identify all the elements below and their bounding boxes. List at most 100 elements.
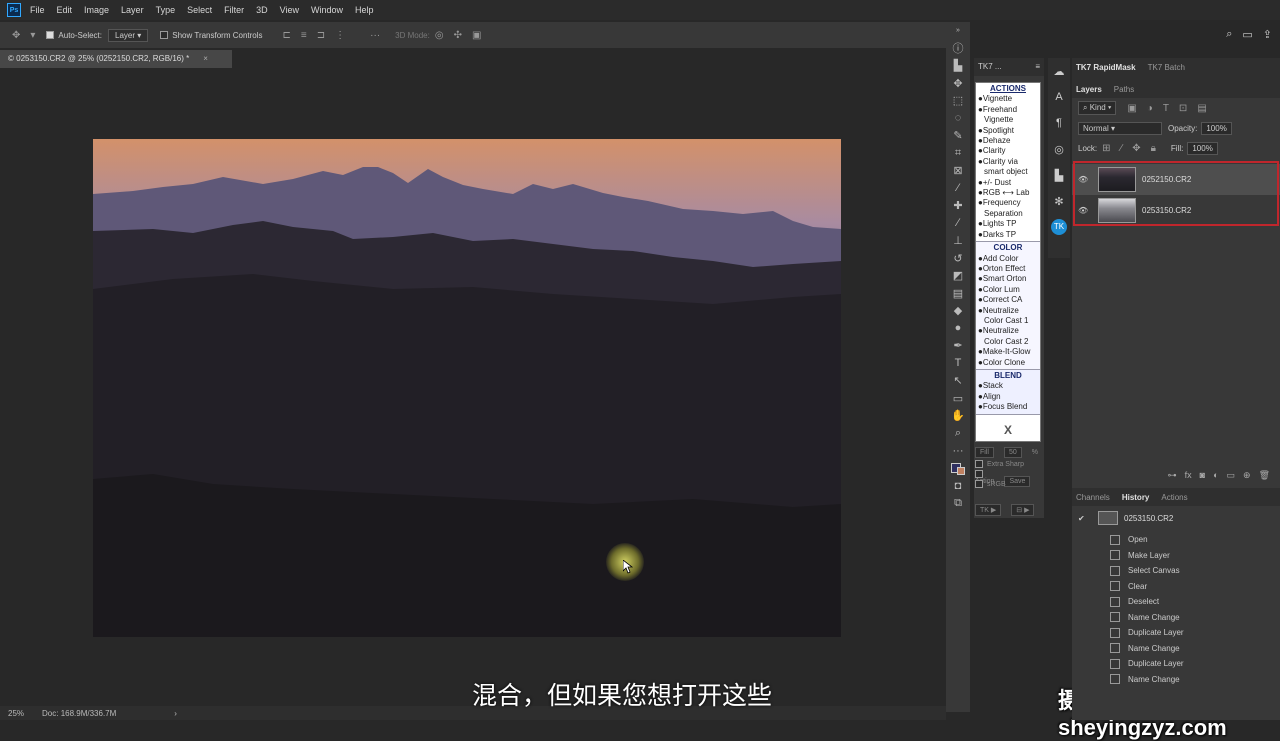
tab-layers[interactable]: Layers (1076, 85, 1102, 94)
tk7-action-item[interactable]: ●Dehaze (978, 136, 1038, 146)
tk7-color-item[interactable]: ●Correct CA (978, 295, 1038, 305)
adjustments-icon[interactable]: ✻ (1048, 188, 1070, 214)
lock-pixels-icon[interactable]: ⊞ (1102, 143, 1110, 154)
menu-layer[interactable]: Layer (121, 5, 144, 15)
mask-icon[interactable]: ◙ (1200, 470, 1205, 481)
menu-select[interactable]: Select (187, 5, 212, 15)
frame-tool-icon[interactable]: ⊠ (946, 162, 970, 180)
tk7-close-button[interactable]: X (976, 415, 1040, 445)
document-tab[interactable]: © 0253150.CR2 @ 25% (0252150.CR2, RGB/16… (0, 50, 232, 68)
tk7-blend-item[interactable]: ●Align (978, 392, 1038, 402)
tk7-color-item[interactable]: ●Neutralize (978, 306, 1038, 316)
align-left-icon[interactable]: ⊏ (283, 30, 291, 41)
tk7-color-item[interactable]: ●Add Color (978, 254, 1038, 264)
quick-mask-icon[interactable]: ◘ (946, 477, 970, 495)
tk7-color-item[interactable]: ●Neutralize (978, 326, 1038, 336)
save-button[interactable]: Save (1004, 476, 1031, 487)
tk7-action-item[interactable]: ●Clarity via (978, 157, 1038, 167)
chevron-down-icon[interactable]: ▾ (30, 30, 35, 41)
tk7-action-item[interactable]: ●Frequency (978, 198, 1038, 208)
color-swatches-icon[interactable] (946, 460, 970, 478)
rectangle-tool-icon[interactable]: ▭ (946, 390, 970, 408)
menu-help[interactable]: Help (355, 5, 374, 15)
camera-3d-icon[interactable]: ▣ (472, 30, 481, 41)
close-tab-icon[interactable]: × (203, 54, 208, 63)
menu-window[interactable]: Window (311, 5, 343, 15)
history-item[interactable]: Name Change (1072, 672, 1280, 688)
brush-tool-icon[interactable]: ∕ (946, 215, 970, 233)
filter-smart-icon[interactable]: ▤ (1197, 103, 1206, 114)
tk7-blend-item[interactable]: ●Stack (978, 381, 1038, 391)
orbit-3d-icon[interactable]: ◎ (435, 30, 444, 41)
fill-button[interactable]: Fill (975, 446, 994, 458)
adjustment-icon[interactable]: ◐ (1213, 470, 1218, 481)
link-icon[interactable]: ⊶ (1168, 470, 1177, 481)
menu-image[interactable]: Image (84, 5, 109, 15)
align-right-icon[interactable]: ⊐ (317, 30, 325, 41)
history-item[interactable]: Name Change (1072, 641, 1280, 657)
collapse-icon[interactable]: » (946, 22, 970, 40)
pen-tool-icon[interactable]: ✒ (946, 337, 970, 355)
menu-type[interactable]: Type (156, 5, 176, 15)
history-item[interactable]: Name Change (1072, 610, 1280, 626)
history-item[interactable]: Clear (1072, 579, 1280, 595)
opacity-field[interactable]: 100% (1201, 121, 1232, 135)
eraser-tool-icon[interactable]: ◩ (946, 267, 970, 285)
folder-icon[interactable]: ▭ (1227, 470, 1236, 481)
tk-logo-icon[interactable]: TK (1048, 214, 1070, 240)
blend-mode-dropdown[interactable]: Normal ▾ (1078, 121, 1162, 135)
pan-3d-icon[interactable]: ✣ (454, 30, 462, 41)
doc-size[interactable]: Doc: 168.9M/336.7M (42, 709, 116, 718)
tk7-action-item[interactable]: ●Vignette (978, 94, 1038, 104)
lock-paint-icon[interactable]: ∕ (1121, 143, 1123, 154)
lock-position-icon[interactable]: ✥ (1132, 143, 1140, 154)
histogram-icon[interactable]: ▙ (1048, 162, 1070, 188)
opacity-field[interactable]: 50 (1003, 446, 1022, 458)
tk7-color-item[interactable]: Color Cast 1 (978, 316, 1038, 326)
tab-tk7-batch[interactable]: TK7 Batch (1148, 63, 1185, 72)
filter-shape-icon[interactable]: ⊡ (1179, 103, 1187, 114)
zoom-tool-icon[interactable]: ⌕ (946, 425, 970, 443)
filter-adjustment-icon[interactable]: ◑ (1147, 103, 1153, 114)
search-icon[interactable]: ⌕ (1226, 28, 1232, 41)
fx-icon[interactable]: fx (1185, 470, 1192, 481)
blur-tool-icon[interactable]: ◆ (946, 302, 970, 320)
tk7-action-item[interactable]: smart object (978, 167, 1038, 177)
healing-tool-icon[interactable]: ✚ (946, 197, 970, 215)
eyedropper-tool-icon[interactable]: ⁄ (946, 180, 970, 198)
history-item[interactable]: Duplicate Layer (1072, 656, 1280, 672)
screen-mode-icon[interactable]: ⧉ (946, 495, 970, 513)
history-item[interactable]: Make Layer (1072, 548, 1280, 564)
tk7-color-item[interactable]: ●Orton Effect (978, 264, 1038, 274)
menu-3d[interactable]: 3D (256, 5, 268, 15)
tab-tk7-rapidmask[interactable]: TK7 RapidMask (1076, 63, 1136, 72)
share-icon[interactable]: ⇪ (1263, 28, 1272, 41)
filter-type-icon[interactable]: T (1163, 103, 1169, 114)
tab-history[interactable]: History (1122, 493, 1150, 502)
tab-paths[interactable]: Paths (1114, 85, 1134, 94)
move-tool-icon[interactable]: ✥ (12, 30, 20, 41)
filter-pixel-icon[interactable]: ▣ (1127, 103, 1136, 114)
tk7-action-item[interactable]: ●Darks TP (978, 230, 1038, 240)
menu-view[interactable]: View (280, 5, 299, 15)
fill-field[interactable]: 100% (1187, 141, 1218, 155)
marquee-tool-icon[interactable]: ⬚ (946, 92, 970, 110)
workspace-icon[interactable]: ▭ (1242, 28, 1252, 41)
gradient-tool-icon[interactable]: ▤ (946, 285, 970, 303)
menu-edit[interactable]: Edit (57, 5, 73, 15)
stamp-tool-icon[interactable]: ⊥ (946, 232, 970, 250)
history-brush-source-icon[interactable]: ✔ (1078, 514, 1090, 523)
distribute-icon[interactable]: ⋮ (335, 30, 345, 41)
tab-channels[interactable]: Channels (1076, 493, 1110, 502)
more-tools-icon[interactable]: ··· (946, 442, 970, 460)
tk7-action-item[interactable]: ●+/- Dust (978, 178, 1038, 188)
tk7-action-item[interactable]: ●Spotlight (978, 126, 1038, 136)
history-item[interactable]: Duplicate Layer (1072, 625, 1280, 641)
more-icon[interactable]: ··· (370, 30, 380, 41)
hand-tool-icon[interactable]: ✋ (946, 407, 970, 425)
tk7-color-item[interactable]: ●Smart Orton (978, 274, 1038, 284)
tk7-color-item[interactable]: Color Cast 2 (978, 337, 1038, 347)
canvas-photo[interactable] (93, 139, 841, 637)
extra-sharp-checkbox[interactable]: Extra Sharp (975, 460, 1041, 470)
libraries-icon[interactable]: ◎ (1048, 136, 1070, 162)
